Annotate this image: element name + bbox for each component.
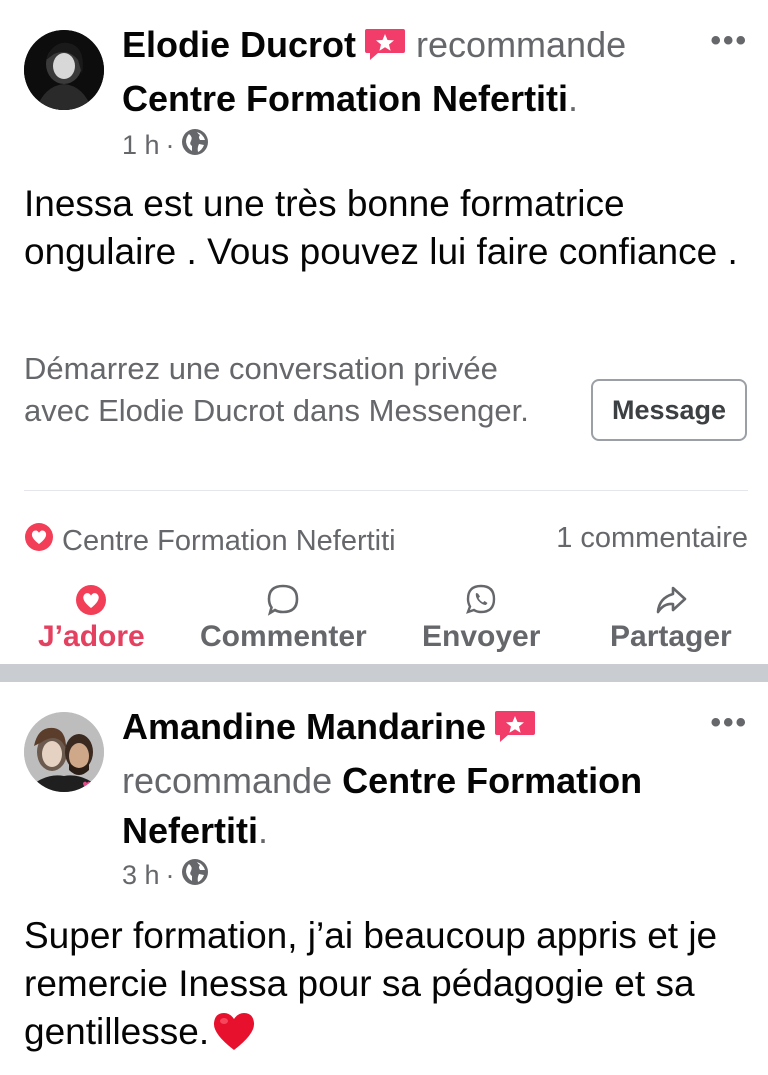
post-header: Elodie Ducrot recommande Centre Formation…: [122, 24, 627, 119]
post-text: Super formation, j’ai beaucoup appris et…: [24, 912, 754, 1064]
post-text-content: Super formation, j’ai beaucoup appris et…: [24, 915, 718, 1052]
recommend-verb: recommande: [416, 24, 627, 65]
post-meta: 1 h ·: [122, 128, 209, 163]
post-meta: 3 h ·: [122, 858, 209, 893]
conversation-prompt: Démarrez une conversation privée avec El…: [24, 351, 529, 428]
share-button[interactable]: Partager: [610, 582, 732, 654]
post-time[interactable]: 1 h: [122, 130, 160, 161]
comment-count[interactable]: 1 commentaire: [556, 522, 748, 555]
send-button[interactable]: Envoyer: [422, 582, 540, 654]
recommend-badge-icon: [364, 24, 406, 74]
globe-icon: [181, 858, 209, 893]
recommend-verb: recommande: [122, 760, 333, 801]
love-button[interactable]: J’adore: [38, 582, 145, 654]
share-label: Partager: [610, 620, 732, 653]
message-button[interactable]: Message: [591, 379, 747, 441]
author-name[interactable]: Elodie Ducrot: [122, 24, 356, 65]
recommend-badge-icon: [494, 706, 536, 756]
reactions-summary[interactable]: Centre Formation Nefertiti: [24, 522, 396, 560]
post-divider: [0, 664, 768, 682]
heart-icon: [75, 582, 107, 618]
globe-icon: [181, 128, 209, 163]
author-name[interactable]: Amandine Mandarine: [122, 706, 486, 747]
share-arrow-icon: [654, 582, 688, 618]
red-heart-emoji-icon: [211, 1010, 257, 1064]
post-time[interactable]: 3 h: [122, 860, 160, 891]
comment-label: Commenter: [200, 620, 367, 653]
more-options-icon[interactable]: •••: [710, 706, 748, 740]
action-bar: J’adore Commenter Envoyer Partager: [0, 582, 768, 662]
send-label: Envoyer: [422, 620, 541, 653]
post-header: Amandine Mandarine recommande Centre For…: [122, 706, 643, 851]
heart-icon: [24, 522, 54, 560]
avatar-amandine[interactable]: [24, 712, 104, 792]
comment-bubble-icon: [266, 582, 300, 618]
reaction-by: Centre Formation Nefertiti: [62, 524, 396, 557]
comment-button[interactable]: Commenter: [200, 582, 367, 654]
separator: [24, 490, 748, 491]
page-name[interactable]: Centre Formation Nefertiti: [122, 78, 568, 119]
love-label: J’adore: [38, 620, 145, 653]
more-options-icon[interactable]: •••: [710, 24, 748, 58]
whatsapp-icon: [464, 582, 498, 618]
post-text: Inessa est une très bonne formatrice ong…: [24, 183, 738, 272]
avatar-elodie[interactable]: [24, 30, 104, 110]
